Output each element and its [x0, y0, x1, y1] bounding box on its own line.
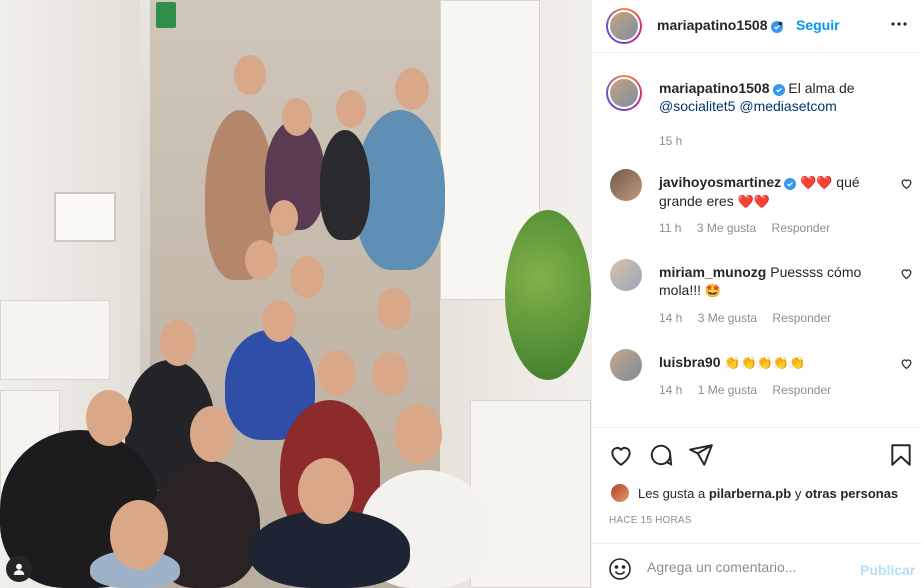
comment-input[interactable]	[647, 556, 847, 578]
reply-button[interactable]: Responder	[772, 383, 831, 397]
photo-face	[395, 68, 429, 110]
share-icon[interactable]	[688, 442, 714, 468]
photo-face	[377, 288, 411, 330]
comment-text: javihoyosmartinez ❤️❤️ qué grande eres ❤…	[659, 173, 889, 211]
likes-connector: y	[794, 485, 802, 501]
caption-avatar[interactable]	[606, 75, 642, 111]
verified-badge-icon	[784, 178, 797, 190]
smile-icon[interactable]	[608, 557, 632, 581]
photo-face	[190, 406, 234, 462]
photo-face	[262, 300, 296, 342]
header-separator: •	[778, 15, 783, 31]
add-comment-bar: Publicar	[592, 543, 921, 588]
heart-icon[interactable]	[608, 442, 634, 468]
photo-face	[245, 240, 277, 280]
author-username[interactable]: mariapatino1508	[657, 17, 783, 33]
user-tag-icon[interactable]	[6, 556, 32, 582]
photo-exit-sign	[156, 2, 176, 28]
comment-avatar[interactable]	[610, 349, 642, 381]
post-side-panel: mariapatino1508 • Seguir mariapatino1508…	[591, 0, 921, 588]
post-header: mariapatino1508 • Seguir	[592, 0, 921, 53]
post-actions: Les gusta a pilarberna.pb y otras person…	[592, 427, 921, 542]
caption-mention-mediasetcom[interactable]: @mediasetcom	[739, 98, 836, 114]
comment-likes[interactable]: 3 Me gusta	[697, 221, 756, 235]
heart-icon[interactable]	[900, 267, 913, 280]
comment-time: 11 h	[659, 221, 682, 235]
comment-icon[interactable]	[648, 442, 674, 468]
comment-likes[interactable]: 1 Me gusta	[698, 383, 757, 397]
photo-plant	[505, 210, 591, 380]
photo-wall-sign	[54, 192, 116, 242]
comment-likes[interactable]: 3 Me gusta	[698, 311, 757, 325]
photo-face	[234, 55, 266, 95]
photo-person	[320, 130, 370, 240]
likes-prefix: Les gusta a	[638, 485, 706, 501]
comment-username[interactable]: luisbra90	[659, 354, 720, 370]
liker-avatar	[610, 483, 630, 503]
comment-emoji: ❤️❤️	[737, 194, 770, 209]
photo-face	[86, 390, 132, 446]
photo-face	[372, 352, 408, 396]
likes-user[interactable]: pilarberna.pb	[709, 486, 791, 501]
comments-list[interactable]: mariapatino1508 El alma de @socialitet5 …	[592, 53, 921, 427]
more-options-icon[interactable]	[889, 14, 909, 34]
likes-summary[interactable]: Les gusta a pilarberna.pb y otras person…	[610, 483, 898, 503]
comment-text: luisbra90 👏👏👏👏👏	[659, 353, 889, 372]
comment-emoji: ❤️❤️	[800, 175, 833, 190]
comment-emoji: 🤩	[704, 283, 722, 298]
caption-body: El alma de	[788, 80, 855, 96]
likes-others[interactable]: otras personas	[805, 486, 898, 501]
caption-username[interactable]: mariapatino1508	[659, 80, 770, 96]
publish-button[interactable]: Publicar	[860, 562, 915, 578]
reply-button[interactable]: Responder	[772, 221, 831, 235]
comment-avatar[interactable]	[610, 169, 642, 201]
caption-text: mariapatino1508 El alma de @socialitet5 …	[659, 79, 909, 115]
comment-username[interactable]: javihoyosmartinez	[659, 174, 781, 190]
comment-text: miriam_munozg Puessss cómo mola!!! 🤩	[659, 263, 889, 300]
comment-meta: 14 h 1 Me gusta Responder	[659, 383, 843, 397]
author-username-text[interactable]: mariapatino1508	[657, 17, 768, 33]
heart-icon[interactable]	[900, 357, 913, 370]
reply-button[interactable]: Responder	[772, 311, 831, 325]
verified-badge-icon	[772, 84, 785, 96]
post-timestamp: HACE 15 HORAS	[609, 515, 692, 526]
photo-face	[290, 256, 324, 298]
photo-face	[110, 500, 168, 570]
photo-face	[270, 200, 298, 236]
photo-face	[394, 404, 442, 464]
photo-face	[160, 320, 196, 366]
photo-face	[336, 90, 366, 128]
photo-face	[282, 98, 312, 136]
caption-time: 15 h	[659, 134, 683, 148]
comment-emoji: 👏👏👏👏👏	[724, 355, 806, 370]
heart-icon[interactable]	[900, 177, 913, 190]
author-avatar[interactable]	[606, 8, 642, 44]
photo-cabinet-right	[470, 400, 591, 588]
comment-username[interactable]: miriam_munozg	[659, 264, 766, 280]
photo-shelf-left	[0, 300, 110, 380]
comment-avatar[interactable]	[610, 259, 642, 291]
photo-face	[318, 350, 356, 396]
follow-button[interactable]: Seguir	[796, 17, 840, 33]
photo-face	[298, 458, 354, 524]
comment-meta: 11 h 3 Me gusta Responder	[659, 221, 842, 235]
post-photo[interactable]	[0, 0, 591, 588]
comment-time: 14 h	[659, 383, 683, 397]
comment-meta: 14 h 3 Me gusta Responder	[659, 311, 843, 325]
comment-time: 14 h	[659, 311, 683, 325]
bookmark-icon[interactable]	[888, 442, 914, 468]
caption-mention-socialitet5[interactable]: @socialitet5	[659, 98, 735, 114]
